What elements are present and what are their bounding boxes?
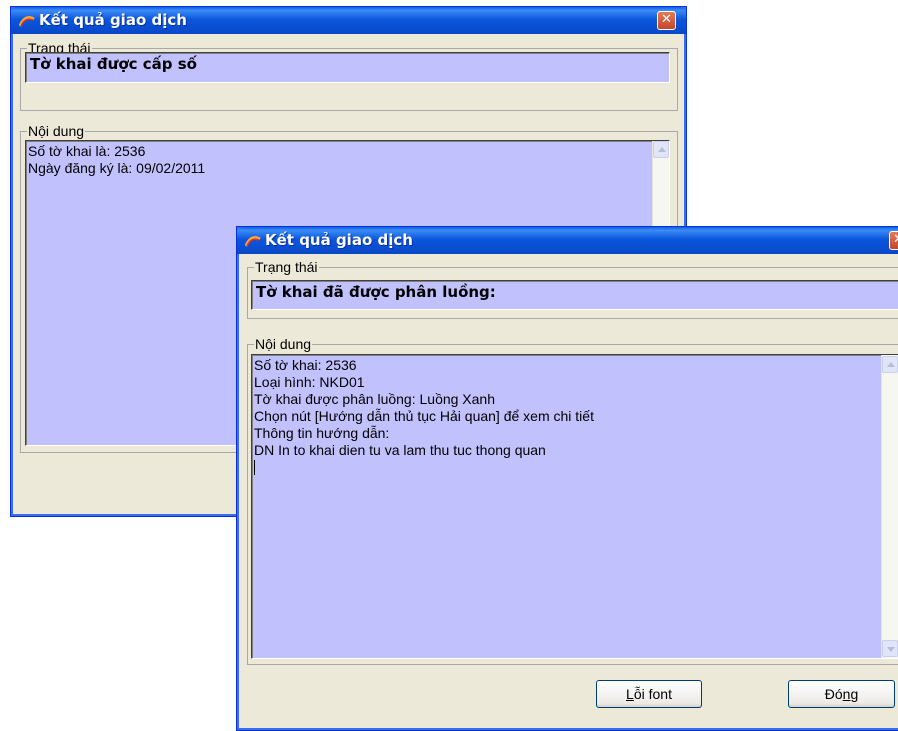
content-line: Ngày đăng ký là: 09/02/2011 [28,160,206,176]
font-error-button-rest: ỗi font [633,686,672,702]
content-group-label: Nội dung [27,123,86,139]
close-button[interactable]: Đóng [788,680,895,708]
scroll-up-button[interactable] [653,141,669,158]
text-caret [254,460,255,475]
content-line: Số tờ khai là: 2536 [28,143,146,159]
chevron-up-icon [658,147,666,152]
close-button-prefix: Đó [824,686,843,702]
font-error-button[interactable]: Lỗi font [596,680,702,708]
status-group-label: Trạng thái [254,259,319,275]
text-caret-line [254,459,594,476]
content-line: Chọn nút [Hướng dẫn thủ tục Hải quan] để… [254,408,594,424]
close-button-rest: g [850,686,859,702]
content-line: DN In to khai dien tu va lam thu tuc tho… [254,442,546,458]
window-title: Kết quả giao dịch [265,231,413,249]
close-icon[interactable]: ✕ [657,11,676,30]
scroll-down-button[interactable] [882,640,898,657]
vertical-scrollbar[interactable] [881,355,898,658]
arc-logo-icon [19,16,35,27]
window-title: Kết quả giao dịch [39,11,187,29]
status-field: Tờ khai được cấp số [25,52,670,83]
font-error-button-mnemonic: L [626,686,634,702]
status-field: Tờ khai đã được phân luồng: [251,280,898,310]
content-line: Tờ khai được phân luồng: Luồng Xanh [254,391,496,407]
content-line: Số tờ khai: 2536 [254,357,357,373]
content-line: Loại hình: NKD01 [254,374,365,390]
title-bar[interactable]: Kết quả giao dịch ✕ [11,7,686,34]
scroll-up-button[interactable] [882,356,898,373]
chevron-up-icon [887,362,895,367]
transaction-result-window-front: Kết quả giao dịch ✕ Trạng thái Tờ khai đ… [236,226,898,731]
content-line: Thông tin hướng dẫn: [254,425,390,441]
chevron-down-icon [887,647,895,652]
arc-logo-icon [245,236,261,247]
content-group-label: Nội dung [254,336,313,352]
title-bar[interactable]: Kết quả giao dịch ✕ [237,227,898,254]
close-icon[interactable]: ✕ [889,231,898,250]
content-textarea[interactable]: Số tờ khai: 2536 Loại hình: NKD01 Tờ kha… [251,354,898,659]
content-text: Số tờ khai là: 2536 Ngày đăng ký là: 09/… [28,143,205,177]
content-text: Số tờ khai: 2536 Loại hình: NKD01 Tờ kha… [254,357,594,476]
